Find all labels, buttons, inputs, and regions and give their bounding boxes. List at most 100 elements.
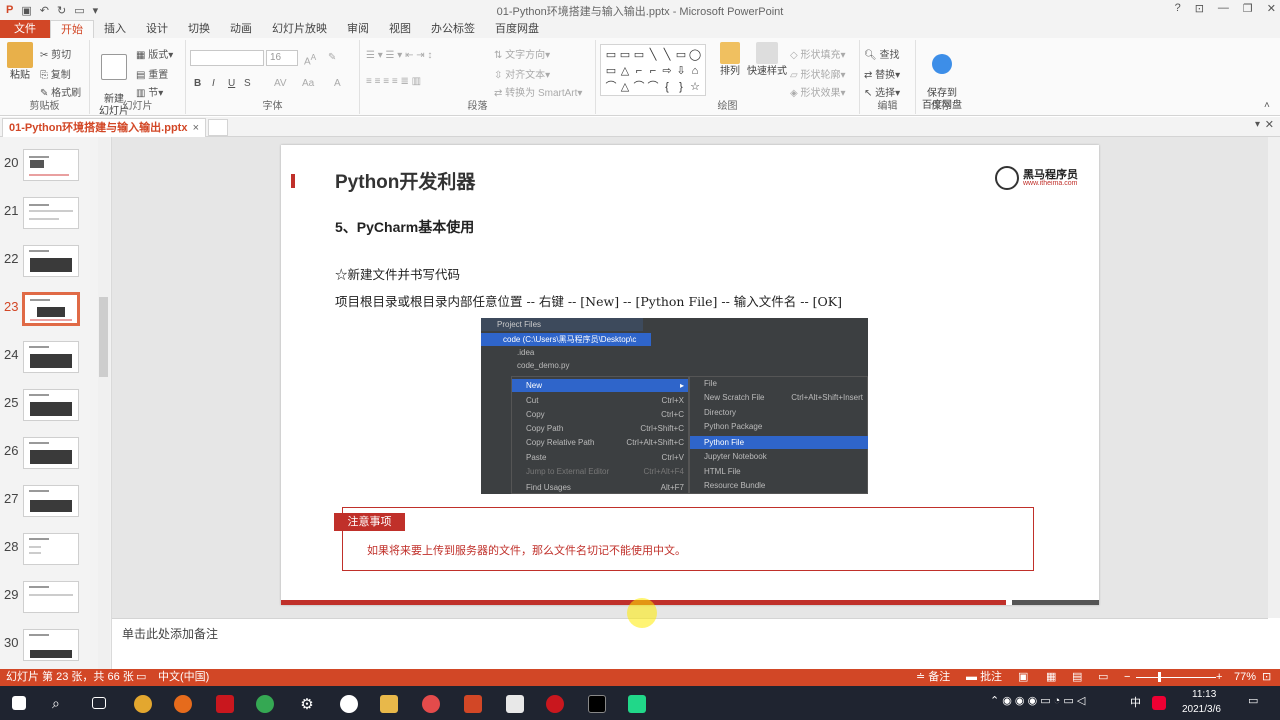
undo-icon[interactable]: ↶	[40, 4, 49, 17]
tab-slideshow[interactable]: 幻灯片放映	[262, 20, 337, 38]
shape-outline-button[interactable]: ▱ 形状轮廓▾	[790, 66, 846, 81]
zoom-slider[interactable]	[1136, 677, 1216, 678]
slide-thumbnail-22[interactable]: 22	[0, 245, 100, 293]
shape-arrow-line-icon[interactable]: ╲	[660, 47, 674, 63]
thumbnail-scroll-thumb[interactable]	[99, 297, 108, 377]
replace-button[interactable]: ⇄ 替换▾	[864, 66, 900, 81]
grow-font-icon[interactable]: AA	[304, 52, 316, 67]
change-case-button[interactable]: Aa	[302, 78, 314, 89]
shape-curve-icon[interactable]: ⌒	[632, 79, 646, 95]
text-direction-button[interactable]: ⇅ 文字方向▾	[494, 46, 550, 61]
slide-thumbnail-20[interactable]: 20	[0, 149, 100, 197]
shape-elbow-icon[interactable]: ⌐	[646, 63, 660, 79]
slideshow-view-icon[interactable]: ▭	[1098, 669, 1108, 686]
font-name-box[interactable]	[190, 50, 264, 66]
italic-button[interactable]: I	[212, 78, 215, 89]
chrome-icon[interactable]	[134, 695, 152, 713]
clock-date[interactable]: 2021/3/6	[1182, 704, 1221, 715]
fit-slide-icon[interactable]: ⊡	[1262, 669, 1271, 686]
document-tab[interactable]: 01-Python环境搭建与输入输出.pptx ×	[2, 118, 206, 137]
find-button[interactable]: 🔍︎ 查找	[864, 46, 899, 61]
tab-office-tab[interactable]: 办公标签	[421, 20, 485, 38]
collapse-ribbon-icon[interactable]: ˄	[1264, 100, 1270, 111]
slide[interactable]: Python开发利器 黑马程序员 www.itheima.com 5、PyCha…	[281, 145, 1099, 605]
font-size-box[interactable]: 16	[266, 50, 298, 66]
clear-format-icon[interactable]: ✎	[328, 52, 336, 63]
shape-rect-icon[interactable]: ▭	[632, 47, 646, 63]
shape-vtextbox-icon[interactable]: ▭	[618, 47, 632, 63]
ribbon-display-icon[interactable]: ⊡	[1195, 2, 1204, 15]
shadow-button[interactable]: S	[244, 78, 251, 89]
slide-sorter-icon[interactable]: ▦	[1046, 669, 1056, 686]
tab-design[interactable]: 设计	[136, 20, 178, 38]
save-icon[interactable]: ▣	[21, 4, 31, 17]
slide-title[interactable]: Python开发利器	[335, 167, 475, 194]
slideshow-icon[interactable]: ▭	[74, 4, 84, 17]
close-tab-icon[interactable]: ×	[193, 119, 199, 137]
slide-scrollbar[interactable]	[1268, 137, 1280, 618]
slide-subtitle[interactable]: 5、PyCharm基本使用	[335, 217, 474, 237]
tab-animations[interactable]: 动画	[220, 20, 262, 38]
note-box[interactable]	[342, 507, 1034, 571]
search-icon[interactable]: ⌕	[52, 695, 70, 713]
zoom-slider-thumb[interactable]	[1158, 672, 1161, 682]
shape-curve2-icon[interactable]: ⌒	[646, 79, 660, 95]
help-icon[interactable]: ?	[1175, 2, 1181, 15]
screen-recorder-icon[interactable]	[422, 695, 440, 713]
youdao-icon[interactable]	[216, 695, 234, 713]
tab-file[interactable]: 文件	[0, 20, 50, 38]
sogou-icon[interactable]	[1152, 696, 1166, 710]
new-tab-button[interactable]	[208, 119, 228, 136]
underline-button[interactable]: U	[228, 78, 235, 89]
thumbnail-scrollbar[interactable]	[98, 137, 110, 669]
zoom-in-button[interactable]: +	[1216, 669, 1222, 686]
align-icons[interactable]: ≡ ≡ ≡ ≡ ≣ ▥	[366, 76, 421, 87]
file-explorer-icon[interactable]	[380, 695, 398, 713]
slide-thumbnail-25[interactable]: 25	[0, 389, 100, 437]
bold-button[interactable]: B	[194, 78, 201, 89]
layout-button[interactable]: ▦ 版式▾	[136, 46, 173, 61]
firefox-icon[interactable]	[174, 695, 192, 713]
slide-thumbnail-24[interactable]: 24	[0, 341, 100, 389]
clock-app-icon[interactable]	[340, 695, 358, 713]
normal-view-icon[interactable]: ▣	[1018, 669, 1028, 686]
pycharm-icon[interactable]	[628, 695, 646, 713]
slide-thumbnail-23[interactable]: 23	[0, 292, 100, 341]
tab-home[interactable]: 开始	[50, 20, 94, 38]
shape-oval-icon[interactable]: ◯	[688, 47, 702, 63]
font-color-button[interactable]: A	[334, 78, 341, 89]
char-spacing-button[interactable]: AV	[274, 78, 287, 89]
shape-fill-button[interactable]: ◇ 形状填充▾	[790, 46, 846, 61]
shapes-gallery[interactable]: ▭ ▭ ▭ ╲ ╲ ▭ ◯ ▭ △ ⌐ ⌐ ⇨ ⇩ ⌂ ⌒ △ ⌒ ⌒ { } …	[600, 44, 706, 96]
align-text-button[interactable]: ⇳ 对齐文本▾	[494, 66, 550, 81]
shape-right-arrow-icon[interactable]: ⇨	[660, 63, 674, 79]
slide-thumbnail-27[interactable]: 27	[0, 485, 100, 533]
slide-thumbnail-21[interactable]: 21	[0, 197, 100, 245]
language-indicator[interactable]: 中文(中国)	[158, 669, 209, 686]
close-button[interactable]: ✕	[1267, 2, 1276, 15]
slide-thumbnail-30[interactable]: 30	[0, 629, 100, 669]
tray-icons[interactable]: ⌃ ◉ ◉ ◉ ▭ ◔ ▭ ◁	[990, 694, 1085, 707]
close-window-tab-icon[interactable]: ✕	[1265, 118, 1274, 131]
shape-star-icon[interactable]: ☆	[688, 79, 702, 95]
shape-textbox-icon[interactable]: ▭	[604, 47, 618, 63]
recording-icon[interactable]	[546, 695, 564, 713]
ime-indicator[interactable]: 中	[1130, 694, 1141, 710]
slide-bullet[interactable]: ☆新建文件并书写代码	[335, 264, 460, 283]
notes-toggle[interactable]: ≐ 备注	[916, 669, 950, 686]
note-heading[interactable]: 注意事项	[334, 513, 405, 531]
zoom-out-button[interactable]: −	[1124, 669, 1130, 686]
browser-icon[interactable]	[256, 695, 274, 713]
tab-list-icon[interactable]: ▾	[1255, 119, 1260, 130]
minimize-button[interactable]: —	[1218, 2, 1229, 15]
tab-review[interactable]: 审阅	[337, 20, 379, 38]
notes-placeholder[interactable]: 单击此处添加备注	[122, 625, 218, 642]
reset-button[interactable]: ▤ 重置	[136, 66, 168, 81]
comments-toggle[interactable]: ▬ 批注	[966, 669, 1002, 686]
typora-icon[interactable]	[506, 695, 524, 713]
arrange-button[interactable]: 排列	[710, 42, 750, 78]
shape-left-brace-icon[interactable]: {	[660, 79, 674, 95]
tab-baidu-netdisk[interactable]: 百度网盘	[485, 20, 549, 38]
shape-triangle-icon[interactable]: △	[618, 63, 632, 79]
slide-thumbnail-29[interactable]: 29	[0, 581, 100, 629]
